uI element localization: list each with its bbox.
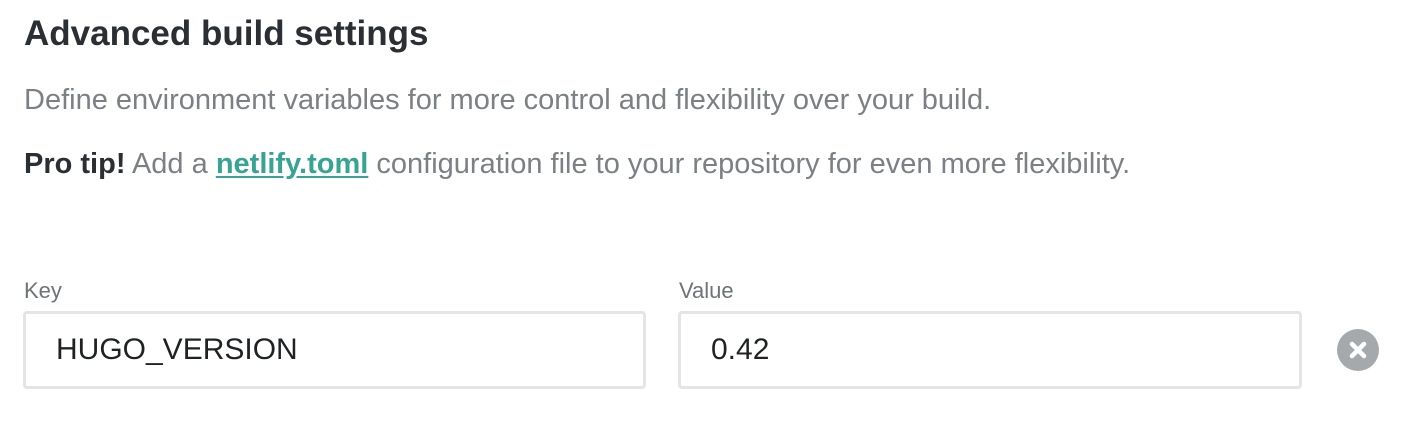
netlify-toml-link[interactable]: netlify.toml (216, 148, 369, 180)
value-label: Value (679, 278, 734, 303)
section-description: Define environment variables for more co… (24, 84, 992, 116)
pro-tip-label: Pro tip! (24, 148, 126, 180)
advanced-build-settings: Advanced build settings Define environme… (0, 0, 1402, 426)
close-circle-icon (1349, 341, 1367, 359)
pro-tip-text-after: configuration file to your repository fo… (368, 148, 1131, 180)
value-input[interactable] (678, 311, 1302, 389)
remove-variable-button[interactable] (1337, 329, 1379, 371)
key-input[interactable] (23, 311, 646, 389)
key-label: Key (24, 278, 62, 303)
section-title: Advanced build settings (24, 14, 429, 53)
pro-tip-text-before: Add a (125, 148, 216, 180)
pro-tip: Pro tip! Add a netlify.toml configuratio… (24, 148, 1130, 181)
